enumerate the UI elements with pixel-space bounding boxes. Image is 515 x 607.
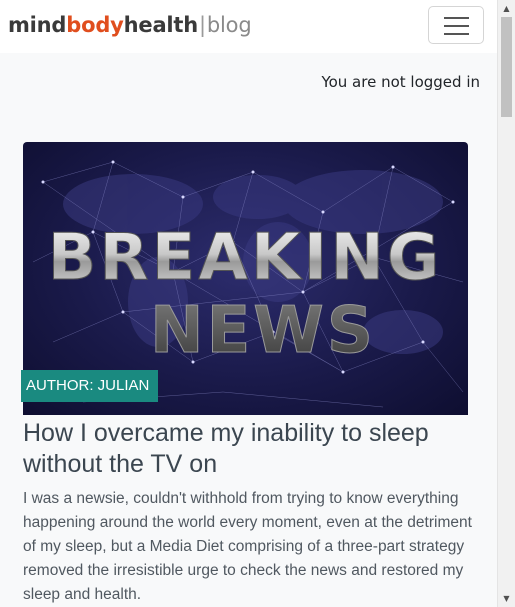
author-badge[interactable]: AUTHOR: JULIAN: [21, 370, 159, 402]
post-title[interactable]: How I overcame my inability to sleep wit…: [23, 418, 473, 480]
post-excerpt: I was a newsie, couldn't withhold from t…: [23, 490, 472, 603]
login-status-text: You are not logged in: [321, 73, 480, 91]
vertical-scrollbar[interactable]: ▲ ▼: [497, 0, 515, 607]
brand-part-body: body: [66, 13, 124, 37]
navbar-toggle-button[interactable]: [428, 6, 484, 44]
brand-part-health: health: [123, 13, 199, 37]
brand-separator: |: [199, 13, 206, 37]
page-viewport: mindbodyhealth|blog You are not logged i…: [0, 0, 497, 607]
brand-part-blog: blog: [206, 13, 252, 37]
scroll-down-arrow-icon[interactable]: ▼: [498, 590, 515, 607]
top-navbar: mindbodyhealth|blog: [0, 0, 497, 53]
hero-headline-breaking: BREAKING: [48, 221, 443, 295]
hero-headline-news: NEWS: [150, 294, 376, 368]
brand-logo[interactable]: mindbodyhealth|blog: [8, 12, 252, 38]
brand-part-mind: mind: [8, 13, 67, 37]
scrollbar-thumb[interactable]: [501, 17, 512, 117]
scroll-up-arrow-icon[interactable]: ▲: [498, 0, 515, 17]
